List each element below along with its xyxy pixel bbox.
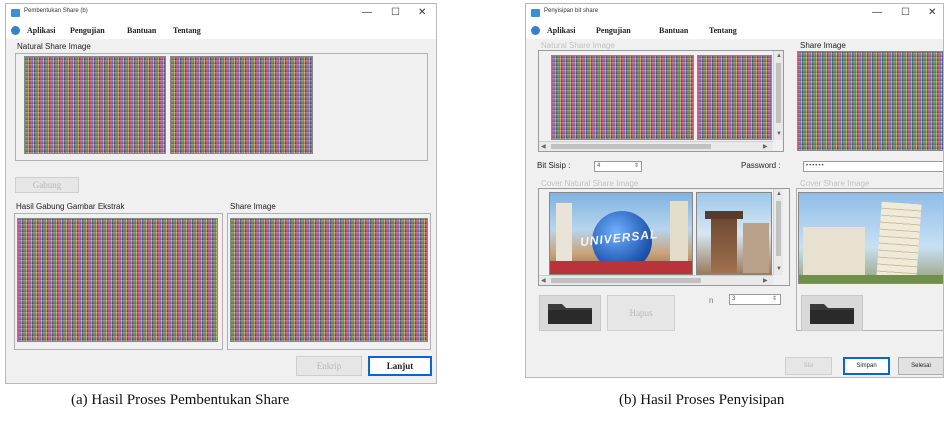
lanjut-button[interactable]: Lanjut: [368, 356, 432, 376]
scroll-up-icon[interactable]: ▲: [776, 52, 782, 60]
window-penyisipan-bit-share: Penyisipan bit share — ☐ ✕ Aplikasi Peng…: [525, 3, 944, 378]
gabung-button[interactable]: Gabung: [15, 177, 79, 193]
menu-aplikasi[interactable]: Aplikasi: [27, 26, 55, 35]
scroll-thumb[interactable]: [551, 278, 701, 283]
leaning-tower: [876, 201, 922, 281]
menu-bar: Aplikasi Pengujian Bantuan Tentang: [6, 23, 436, 39]
menu-tentang[interactable]: Tentang: [709, 26, 737, 35]
scroll-left-icon[interactable]: ◀: [541, 277, 546, 285]
scroll-down-icon[interactable]: ▼: [776, 265, 782, 273]
cover-natural-label: Cover Natural Share Image: [541, 179, 639, 188]
menu-pengujian[interactable]: Pengujian: [596, 26, 631, 35]
password-field[interactable]: ••••••: [803, 161, 943, 172]
logo-icon: [11, 26, 20, 35]
temple-photo: [696, 192, 772, 275]
universal-studios-photo: UNIVERSAL: [549, 192, 693, 275]
natural-share-image-2: [697, 55, 772, 140]
close-icon[interactable]: ✕: [928, 5, 936, 21]
folder-icon: [810, 304, 854, 324]
minimize-icon[interactable]: —: [362, 5, 372, 21]
window-title: Pembentukan Share (b): [24, 8, 88, 14]
bit-sisip-label: Bit Sisip :: [537, 161, 571, 170]
title-bar: Pembentukan Share (b) — ☐ ✕: [6, 4, 436, 23]
natural-share-label: Natural Share Image: [17, 42, 91, 51]
natural-share-image-1: [551, 55, 694, 140]
right-tower: [670, 201, 688, 267]
scroll-left-icon[interactable]: ◀: [541, 143, 546, 151]
app-icon: [11, 9, 20, 17]
left-tower: [556, 203, 572, 267]
cover-natural-hscroll[interactable]: ◀ ▶: [539, 275, 773, 285]
open-folder-button[interactable]: [539, 295, 601, 331]
red-building: [550, 261, 692, 274]
logo-icon: [531, 26, 540, 35]
menu-tentang[interactable]: Tentang: [173, 26, 201, 35]
pisa-tower-photo: [798, 192, 943, 284]
share-image: [230, 218, 428, 342]
minimize-icon[interactable]: —: [872, 5, 882, 21]
enkrip-button[interactable]: Enkrip: [296, 356, 362, 376]
side-temple: [743, 223, 769, 273]
simpan-button[interactable]: Simpan: [843, 357, 890, 375]
window-pembentukan-share: Pembentukan Share (b) — ☐ ✕ Aplikasi Pen…: [5, 3, 437, 384]
caption-a: (a) Hasil Proses Pembentukan Share: [71, 392, 290, 408]
natural-share-vscroll[interactable]: ▲ ▼: [773, 51, 783, 140]
hapus-button[interactable]: Hapus: [607, 295, 675, 331]
cover-share-label: Cover Share Image: [800, 179, 870, 188]
folder-icon: [548, 304, 592, 324]
scroll-thumb[interactable]: [551, 144, 711, 149]
maximize-icon[interactable]: ☐: [901, 5, 910, 21]
pagoda: [711, 215, 737, 273]
natural-share-hscroll[interactable]: ◀ ▶: [539, 141, 773, 151]
menu-bantuan[interactable]: Bantuan: [127, 26, 156, 35]
selesai-button[interactable]: Selesai: [898, 357, 943, 375]
scroll-thumb[interactable]: [776, 63, 781, 123]
grass: [799, 275, 943, 283]
caption-b: (b) Hasil Proses Penyisipan: [619, 392, 785, 408]
n-label: n: [709, 296, 714, 305]
cathedral: [803, 227, 865, 277]
close-icon[interactable]: ✕: [418, 5, 426, 21]
scroll-right-icon[interactable]: ▶: [763, 143, 768, 151]
share-image-label: Share Image: [800, 41, 846, 50]
title-bar: Penyisipan bit share — ☐ ✕: [526, 4, 943, 23]
password-label: Password :: [741, 161, 781, 170]
menu-pengujian[interactable]: Pengujian: [70, 26, 105, 35]
share-image-label: Share Image: [230, 202, 276, 211]
window-title: Penyisipan bit share: [544, 8, 599, 14]
sisi-button[interactable]: Sisi: [785, 357, 832, 375]
natural-share-image-2: [170, 56, 313, 154]
hasil-gabung-image: [17, 218, 218, 342]
menu-aplikasi[interactable]: Aplikasi: [547, 26, 575, 35]
natural-share-label: Natural Share Image: [541, 41, 615, 50]
open-folder-button-2[interactable]: [801, 295, 863, 331]
stepper-arrows-icon[interactable]: ⇕: [772, 295, 777, 303]
cover-natural-vscroll[interactable]: ▲ ▼: [773, 189, 783, 275]
share-image: [797, 51, 943, 151]
hasil-gabung-label: Hasil Gabung Gambar Ekstrak: [16, 202, 125, 211]
scroll-up-icon[interactable]: ▲: [776, 190, 782, 198]
menu-bantuan[interactable]: Bantuan: [659, 26, 688, 35]
scroll-thumb[interactable]: [776, 201, 781, 256]
maximize-icon[interactable]: ☐: [391, 5, 400, 21]
temple-roof: [705, 211, 743, 219]
scroll-down-icon[interactable]: ▼: [776, 130, 782, 138]
natural-share-image-1: [24, 56, 166, 154]
menu-bar: Aplikasi Pengujian Bantuan Tentang: [526, 23, 943, 39]
app-icon: [531, 9, 540, 17]
stepper-arrows-icon[interactable]: ⇕: [634, 162, 639, 170]
scroll-right-icon[interactable]: ▶: [763, 277, 768, 285]
